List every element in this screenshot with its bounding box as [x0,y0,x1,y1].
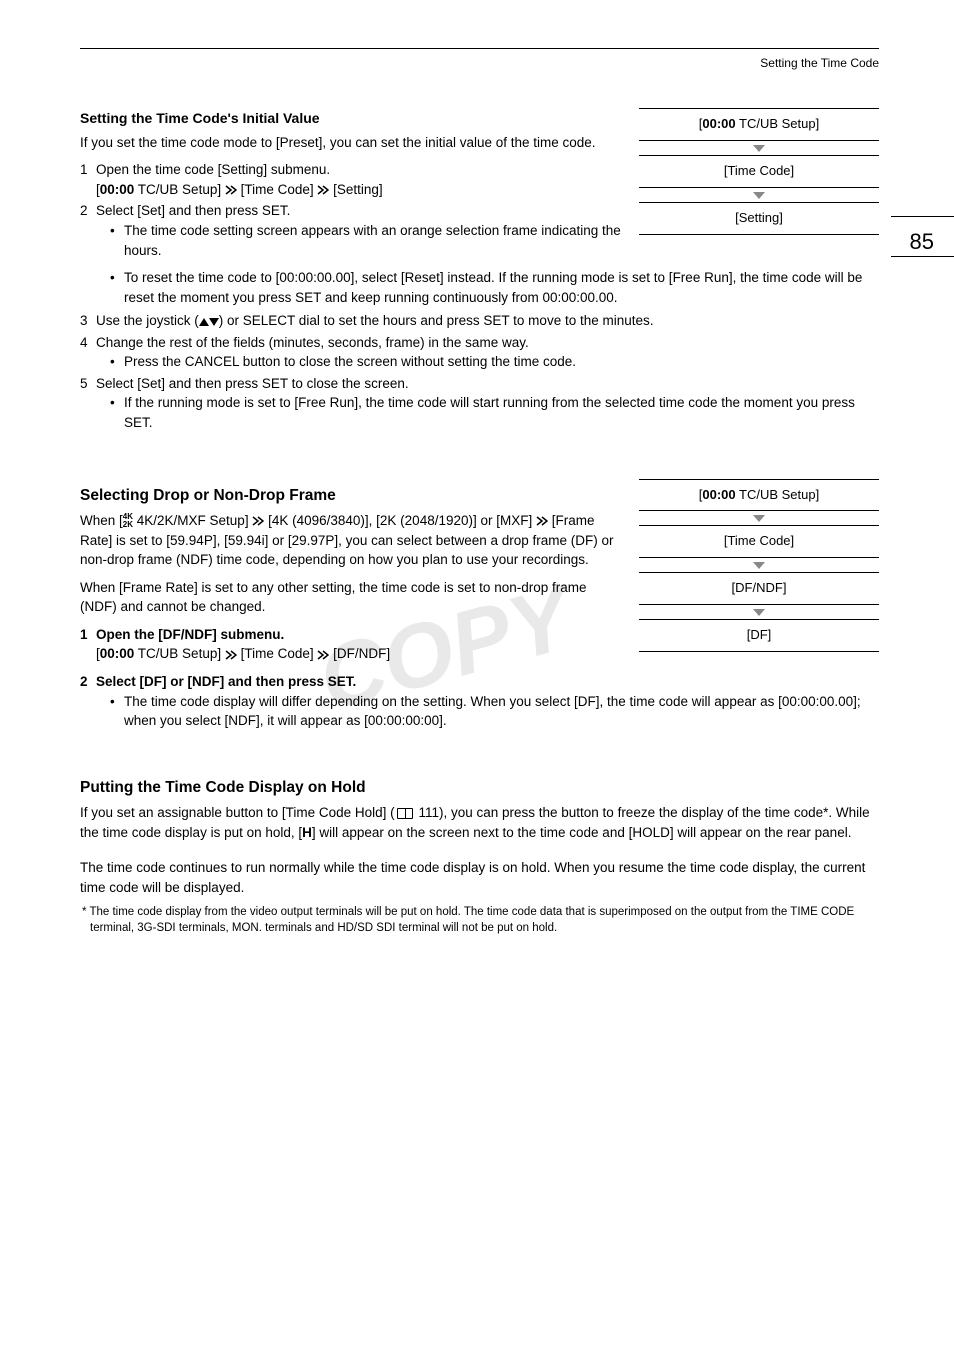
path-seg: [Time Code] [241,646,318,661]
step: Open the time code [Setting] submenu. [0… [80,160,625,199]
menu-hierarchy: [00:00 TC/UB Setup] [Time Code] [DF/NDF]… [639,479,879,666]
path-seg: [DF/NDF] [333,646,390,661]
step: Use the joystick ( ) or SELECT dial to se… [80,311,879,331]
bullet: The time code setting screen appears wit… [110,221,625,260]
menu-arrow-icon [317,650,329,660]
step-text: Change the rest of the fields (minutes, … [96,335,529,350]
menu-path: [00:00 TC/UB Setup] [Time Code] [DF/NDF] [96,644,625,664]
menu-label: [Setting] [735,210,783,225]
step: Select [Set] and then press SET to close… [80,374,879,433]
menu-arrow-icon [536,516,548,526]
menu-label: [Time Code] [724,163,794,178]
menu-level: [DF] [639,619,879,652]
step: Change the rest of the fields (minutes, … [80,333,879,372]
para-seg: If you set an assignable button to [Time… [80,805,395,820]
bullet: If the running mode is set to [Free Run]… [110,393,879,432]
menu-arrow-icon [225,185,237,195]
para-seg: ] will appear on the screen next to the … [312,825,852,840]
step: Open the [DF/NDF] submenu. [00:00 TC/UB … [80,625,625,664]
step-text-b: ) or SELECT dial to set the hours and pr… [219,313,654,328]
continued-bullets: To reset the time code to [00:00:00.00],… [80,268,879,307]
intro-seg: When [ [80,513,123,528]
step: Select [Set] and then press SET. The tim… [80,201,625,260]
step-text: Open the [DF/NDF] submenu. [96,627,284,642]
section1-title: Setting the Time Code's Initial Value [80,108,625,128]
menu-hierarchy: [00:00 TC/UB Setup] [Time Code] [Setting… [639,108,879,262]
step: Select [DF] or [NDF] and then press SET.… [80,672,879,731]
path-seg: [Time Code] [241,182,318,197]
section3-title: Putting the Time Code Display on Hold [80,777,879,799]
path-seg: 00:00 [100,182,135,197]
section2-title: Selecting Drop or Non-Drop Frame [80,485,625,507]
menu-prefix: 00:00 [702,487,735,502]
page-number-rule [891,256,954,257]
menu-label: [Time Code] [724,533,794,548]
step-text: Select [Set] and then press SET. [96,203,290,218]
section-hold: Putting the Time Code Display on Hold If… [80,777,879,937]
menu-level: [00:00 TC/UB Setup] [639,479,879,512]
menu-arrow-icon [317,185,329,195]
menu-path: [00:00 TC/UB Setup] [Time Code] [Setting… [96,180,625,200]
menu-label: [DF/NDF] [732,580,787,595]
section3-para2: The time code continues to run normally … [80,858,879,897]
menu-label: TC/UB Setup] [736,116,820,131]
section-df-ndf: Selecting Drop or Non-Drop Frame When [4… [80,479,879,666]
step-text: Open the time code [Setting] submenu. [96,162,330,177]
section-initial-value: Setting the Time Code's Initial Value If… [80,108,879,262]
up-arrow-icon [199,318,209,326]
4k2k-icon: 4K2K [123,513,133,529]
bullet: Press the CANCEL button to close the scr… [110,352,879,372]
step-text: Select [Set] and then press SET to close… [96,376,409,391]
down-arrow-icon [209,318,219,326]
path-seg: TC/UB Setup] [134,182,225,197]
step-text-a: Use the joystick ( [96,313,199,328]
section2-intro-b: When [Frame Rate] is set to any other se… [80,578,625,617]
path-seg: [Setting] [333,182,383,197]
menu-arrow-icon [225,650,237,660]
section2-intro: When [4K2K 4K/2K/MXF Setup] [4K (4096/38… [80,511,625,570]
page-number: 85 [910,226,934,258]
section1-intro: If you set the time code mode to [Preset… [80,133,625,153]
manual-ref-icon [397,808,413,819]
page-number-rule [891,216,954,217]
step-text: Select [DF] or [NDF] and then press SET. [96,674,356,689]
para-seg: H [302,825,312,840]
intro-seg: [4K (4096/3840)], [2K (2048/1920)] or [M… [268,513,536,528]
header-rule [80,48,879,49]
path-seg: 00:00 [100,646,135,661]
header-breadcrumb: Setting the Time Code [80,55,879,72]
menu-label: [DF] [747,627,772,642]
bullet: To reset the time code to [00:00:00.00],… [110,268,879,307]
menu-level: [Time Code] [639,155,879,188]
menu-arrow-icon [252,516,264,526]
bullet: The time code display will differ depend… [110,692,879,731]
menu-level: [Time Code] [639,525,879,558]
path-seg: TC/UB Setup] [134,646,225,661]
intro-seg: 4K/2K/MXF Setup] [133,513,252,528]
menu-label: TC/UB Setup] [736,487,820,502]
menu-level: [Setting] [639,202,879,235]
menu-prefix: 00:00 [702,116,735,131]
menu-level: [00:00 TC/UB Setup] [639,108,879,141]
menu-level: [DF/NDF] [639,572,879,605]
footnote: * The time code display from the video o… [80,905,879,936]
section3-para1: If you set an assignable button to [Time… [80,803,879,842]
